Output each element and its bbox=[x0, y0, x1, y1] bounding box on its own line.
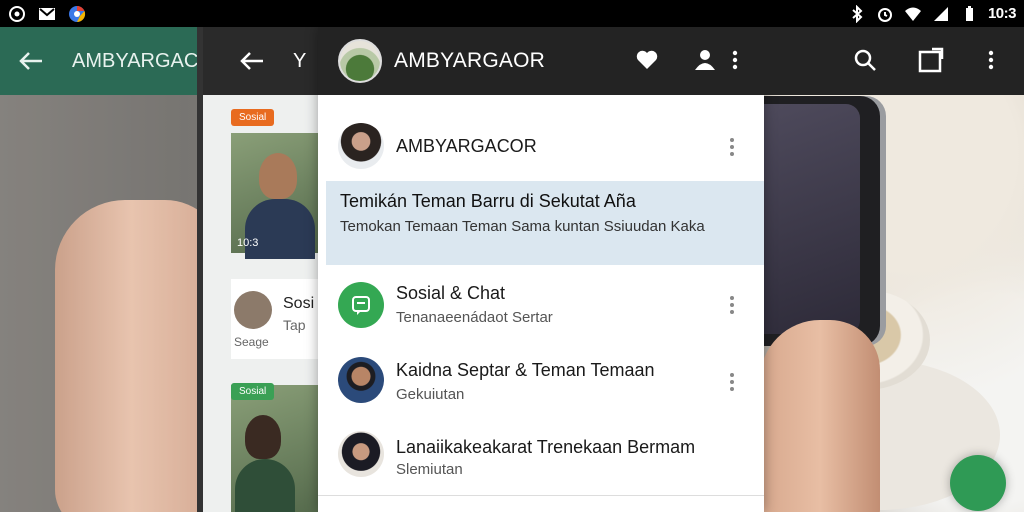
banner-title: Temikán Teman Barru di Sekutat Aña bbox=[340, 191, 636, 211]
contact-name: Kaidna Septar & Teman Temaan bbox=[396, 360, 655, 380]
heart-icon[interactable] bbox=[632, 45, 662, 75]
person-body bbox=[245, 199, 315, 259]
list-item[interactable]: Sosi Tap Seage bbox=[231, 279, 323, 359]
row-caption: Seage bbox=[234, 335, 269, 349]
more-vert-icon[interactable] bbox=[720, 45, 750, 75]
gmail-icon bbox=[39, 7, 55, 20]
left-app-title: AMBYARGACO bbox=[72, 49, 214, 72]
list-item[interactable]: Sosial & Chat Tenanaeenádaot Sertar bbox=[318, 267, 764, 343]
wifi-icon bbox=[904, 7, 921, 21]
contact-subtitle: Slemiutan bbox=[396, 461, 463, 478]
main-panel: AMBYARGACOR Temikán Teman Barru di Sekut… bbox=[318, 27, 764, 512]
person-body bbox=[235, 459, 295, 512]
contact-name: AMBYARGACOR bbox=[396, 136, 537, 156]
avatar bbox=[338, 431, 384, 477]
page-title: AMBYARGAOR bbox=[394, 49, 545, 72]
fab-button[interactable] bbox=[950, 455, 1006, 511]
person-icon[interactable] bbox=[690, 45, 720, 75]
middle-app-title: Y bbox=[293, 49, 307, 72]
right-hand bbox=[760, 320, 880, 512]
middle-app-card: Y Sosial 10:3 Sosi Tap Seage Sosial bbox=[203, 27, 323, 512]
profile-photo[interactable]: 10:3 bbox=[231, 133, 321, 259]
photo-caption: 10:3 bbox=[237, 237, 259, 249]
middle-app-bar: Y bbox=[203, 27, 323, 95]
back-arrow-icon[interactable] bbox=[239, 51, 265, 71]
status-bar: 10:3 bbox=[0, 0, 1024, 27]
alarm-icon bbox=[877, 7, 892, 22]
signal-icon bbox=[933, 6, 948, 21]
more-vert-icon[interactable] bbox=[722, 135, 742, 159]
avatar bbox=[338, 357, 384, 403]
left-app-bar: AMBYARGACO bbox=[0, 27, 220, 95]
person-head bbox=[245, 415, 281, 459]
list-item[interactable]: Kaidna Septar & Teman Temaan Gekuiutan bbox=[318, 345, 764, 421]
more-vert-icon[interactable] bbox=[722, 293, 742, 317]
more-vert-icon[interactable] bbox=[976, 45, 1006, 75]
list-item[interactable]: Lanaiikakeakarat Trenekaan Bermam Slemiu… bbox=[318, 421, 764, 497]
row-title: Sosi bbox=[283, 295, 315, 312]
right-phone bbox=[760, 96, 880, 346]
suggestion-banner[interactable]: Temikán Teman Barru di Sekutat Aña Temok… bbox=[326, 181, 764, 265]
more-vert-icon[interactable] bbox=[722, 370, 742, 394]
avatar bbox=[338, 123, 384, 169]
row-subtitle: Tap bbox=[283, 317, 306, 333]
contact-subtitle: Gekuiutan bbox=[396, 386, 465, 403]
main-app-bar: AMBYARGAOR bbox=[318, 27, 1024, 95]
category-pill[interactable]: Sosial bbox=[231, 383, 275, 400]
divider bbox=[318, 495, 764, 496]
back-arrow-icon[interactable] bbox=[18, 51, 44, 71]
category-pill[interactable]: Sosial bbox=[231, 109, 275, 126]
contact-name: Lanaiikakeakarat Trenekaan Bermam bbox=[396, 437, 696, 457]
battery-icon bbox=[965, 5, 973, 21]
contact-name: Sosial & Chat bbox=[396, 283, 506, 303]
share-box-icon[interactable] bbox=[916, 45, 946, 75]
avatar bbox=[234, 291, 272, 329]
notification-icon bbox=[9, 5, 25, 22]
contact-subtitle: Tenanaeenádaot Sertar bbox=[396, 309, 553, 326]
search-icon[interactable] bbox=[850, 45, 880, 75]
bluetooth-icon bbox=[852, 4, 863, 23]
banner-body: Temokan Temaan Teman Sama kuntan Ssiuuda… bbox=[340, 218, 705, 235]
chat-app-icon bbox=[338, 282, 384, 328]
group-photo[interactable] bbox=[231, 385, 321, 512]
avatar[interactable] bbox=[338, 39, 382, 83]
chrome-icon bbox=[69, 5, 86, 22]
person-head bbox=[259, 153, 297, 199]
list-item[interactable]: AMBYARGACOR bbox=[318, 95, 764, 179]
left-app-content bbox=[0, 95, 220, 512]
status-time: 10:3 bbox=[987, 5, 1017, 22]
